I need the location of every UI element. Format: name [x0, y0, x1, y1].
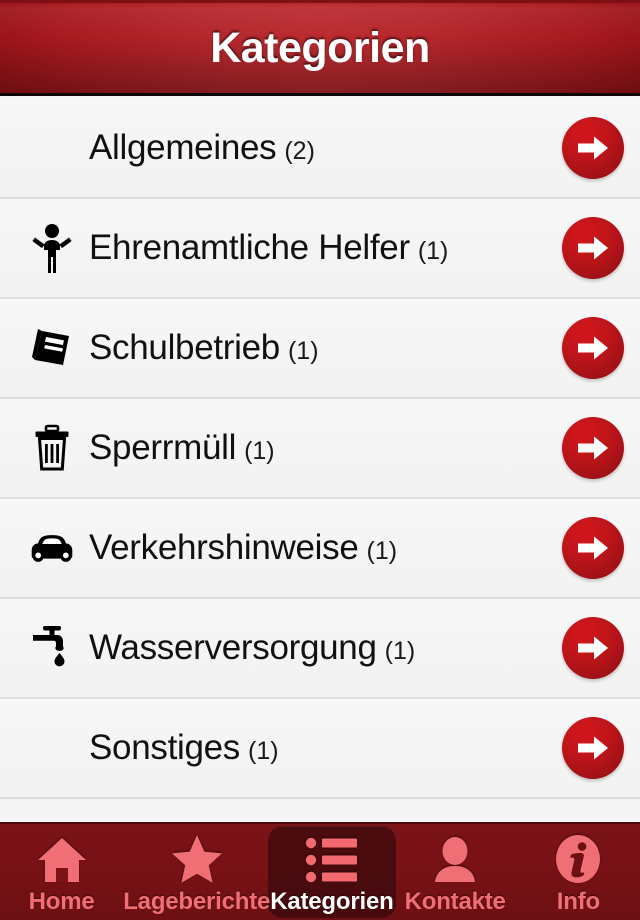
row-label: Verkehrshinweise — [89, 528, 359, 567]
tab-kategorien[interactable]: Kategorien — [267, 824, 396, 920]
row-icon-none — [28, 122, 76, 174]
list-icon — [305, 832, 359, 884]
arrow-right-icon[interactable] — [562, 417, 624, 479]
arrow-right-icon[interactable] — [562, 217, 624, 279]
table-row[interactable]: Schulbetrieb (1) — [0, 299, 640, 399]
row-label: Sperrmüll — [89, 428, 237, 467]
table-row[interactable]: Ehrenamtliche Helfer (1) — [0, 199, 640, 299]
home-icon — [36, 832, 88, 884]
row-count: (1) — [384, 637, 416, 665]
arrow-right-icon[interactable] — [562, 317, 624, 379]
person-raised-arms-icon — [28, 222, 76, 274]
tab-bar: Home Lageberichte Kategorien Kontakte In… — [0, 822, 640, 920]
row-label: Schulbetrieb — [89, 328, 280, 367]
tab-label: Home — [28, 888, 95, 915]
arrow-right-icon[interactable] — [562, 517, 624, 579]
row-label: Wasserversorgung — [89, 628, 377, 667]
arrow-right-icon[interactable] — [562, 717, 624, 779]
row-text: Ehrenamtliche Helfer (1) — [89, 228, 448, 268]
person-icon — [430, 832, 480, 884]
table-row[interactable]: Wasserversorgung (1) — [0, 599, 640, 699]
tab-home[interactable]: Home — [0, 824, 123, 920]
trash-icon — [28, 422, 76, 474]
tab-kontakte[interactable]: Kontakte — [394, 824, 517, 920]
row-count: (1) — [417, 237, 449, 265]
row-label: Sonstiges — [89, 728, 241, 767]
navigation-bar: Kategorien — [0, 0, 640, 96]
table-row[interactable]: Sperrmüll (1) — [0, 399, 640, 499]
row-label: Allgemeines — [89, 128, 277, 167]
tab-label: Info — [556, 888, 600, 915]
tab-label: Kategorien — [270, 888, 394, 915]
row-count: (1) — [366, 537, 398, 565]
row-text: Sperrmüll (1) — [89, 428, 275, 468]
table-row[interactable]: Sonstiges (1) — [0, 699, 640, 799]
row-text: Wasserversorgung (1) — [89, 628, 415, 668]
row-text: Verkehrshinweise (1) — [89, 528, 397, 568]
app-screen: Kategorien Allgemeines (2) Ehrenamtliche… — [0, 0, 640, 920]
row-text: Sonstiges (1) — [89, 728, 279, 768]
row-label: Ehrenamtliche Helfer — [89, 228, 410, 267]
car-icon — [28, 522, 76, 574]
row-text: Allgemeines (2) — [89, 128, 315, 168]
book-icon — [28, 322, 76, 374]
category-list: Allgemeines (2) Ehrenamtliche Helfer (1) — [0, 99, 640, 799]
tab-label: Lageberichte — [123, 888, 271, 915]
info-icon — [553, 832, 603, 884]
row-count: (2) — [284, 137, 315, 165]
tab-label: Kontakte — [404, 888, 506, 915]
star-icon — [170, 832, 224, 884]
row-count: (1) — [287, 337, 319, 365]
tab-info[interactable]: Info — [517, 824, 640, 920]
arrow-right-icon[interactable] — [562, 117, 624, 179]
row-count: (1) — [248, 737, 279, 765]
tab-lageberichte[interactable]: Lageberichte — [123, 824, 270, 920]
row-text: Schulbetrieb (1) — [89, 328, 319, 368]
row-count: (1) — [244, 437, 275, 465]
table-row[interactable]: Verkehrshinweise (1) — [0, 499, 640, 599]
table-row[interactable]: Allgemeines (2) — [0, 99, 640, 199]
faucet-icon — [28, 622, 76, 674]
row-icon-none — [28, 722, 76, 774]
arrow-right-icon[interactable] — [562, 617, 624, 679]
page-title: Kategorien — [210, 23, 430, 72]
